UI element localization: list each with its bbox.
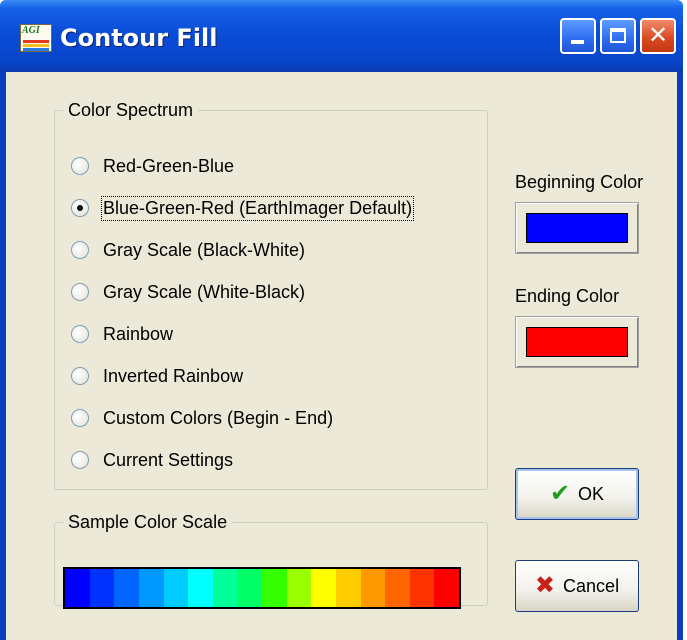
color-scale-segment <box>212 569 238 607</box>
dialog-client-area: Color Spectrum Red-Green-Blue Blue-Green-… <box>6 72 677 640</box>
color-scale-segment <box>65 569 90 607</box>
title-bar[interactable]: AGI Contour Fill ✕ <box>0 0 683 72</box>
radio-button[interactable] <box>71 451 89 469</box>
radio-button[interactable] <box>71 157 89 175</box>
close-button[interactable]: ✕ <box>640 18 676 54</box>
color-scale-segment <box>434 569 459 607</box>
radio-button[interactable] <box>71 325 89 343</box>
radio-button[interactable] <box>71 199 89 217</box>
ending-color-button[interactable] <box>515 316 639 368</box>
beginning-color-swatch <box>526 213 628 243</box>
radio-option[interactable]: Custom Colors (Begin - End) <box>71 403 333 433</box>
sample-color-scale-legend: Sample Color Scale <box>68 512 228 532</box>
minimize-icon <box>571 40 584 44</box>
color-scale-segment <box>163 569 189 607</box>
radio-option[interactable]: Inverted Rainbow <box>71 361 243 391</box>
sample-color-scale-bar <box>63 567 461 609</box>
radio-button[interactable] <box>71 283 89 301</box>
radio-option-label: Gray Scale (Black-White) <box>103 239 306 260</box>
radio-option[interactable]: Rainbow <box>71 319 173 349</box>
color-scale-segment <box>262 569 287 607</box>
radio-option-label: Current Settings <box>103 449 234 470</box>
beginning-color-button[interactable] <box>515 202 639 254</box>
radio-option[interactable]: Red-Green-Blue <box>71 151 234 181</box>
ending-color-swatch <box>526 327 628 357</box>
sample-color-scale-group: Sample Color Scale <box>54 512 488 609</box>
minimize-button[interactable] <box>560 18 596 54</box>
radio-button[interactable] <box>71 409 89 427</box>
window-title: Contour Fill <box>60 24 218 52</box>
radio-option[interactable]: Blue-Green-Red (EarthImager Default) <box>71 193 415 223</box>
agi-app-icon[interactable]: AGI <box>20 24 52 52</box>
icon-stripe-blue <box>23 48 49 51</box>
color-scale-segment <box>188 569 213 607</box>
radio-option-label: Blue-Green-Red (EarthImager Default) <box>100 195 415 221</box>
radio-option[interactable]: Current Settings <box>71 445 233 475</box>
radio-option-label: Gray Scale (White-Black) <box>103 281 306 302</box>
color-scale-segment <box>311 569 336 607</box>
cancel-button[interactable]: ✖ Cancel <box>515 560 639 612</box>
contour-fill-window: AGI Contour Fill ✕ Color Spectrum Red-Gr… <box>0 0 683 640</box>
color-scale-segment <box>89 569 115 607</box>
checkmark-icon: ✔ <box>549 480 571 507</box>
radio-option-label: Custom Colors (Begin - End) <box>103 407 334 428</box>
radio-button[interactable] <box>71 367 89 385</box>
color-scale-segment <box>360 569 386 607</box>
color-scale-segment <box>237 569 262 607</box>
icon-stripe-red <box>23 40 49 43</box>
icon-stripe-yellow <box>23 44 49 47</box>
color-scale-segment <box>385 569 410 607</box>
maximize-icon <box>610 28 626 43</box>
cancel-button-label: Cancel <box>563 575 620 596</box>
color-scale-segment <box>335 569 361 607</box>
close-icon: ✕ <box>647 22 669 49</box>
red-x-icon: ✖ <box>534 572 556 599</box>
radio-option-label: Inverted Rainbow <box>103 365 244 386</box>
ending-color-label: Ending Color <box>515 286 620 306</box>
color-spectrum-legend: Color Spectrum <box>68 100 194 120</box>
ok-button-label: OK <box>578 483 605 504</box>
radio-option-label: Red-Green-Blue <box>103 155 235 176</box>
app-icon-text: AGI <box>22 25 40 36</box>
maximize-button[interactable] <box>600 18 636 54</box>
color-scale-segment <box>286 569 312 607</box>
color-spectrum-group: Color Spectrum Red-Green-Blue Blue-Green-… <box>54 100 488 490</box>
color-scale-segment <box>114 569 139 607</box>
beginning-color-label: Beginning Color <box>515 172 644 192</box>
radio-button[interactable] <box>71 241 89 259</box>
radio-option-label: Rainbow <box>103 323 174 344</box>
radio-option[interactable]: Gray Scale (Black-White) <box>71 235 305 265</box>
color-scale-segment <box>409 569 435 607</box>
color-scale-segment <box>138 569 164 607</box>
radio-option[interactable]: Gray Scale (White-Black) <box>71 277 305 307</box>
ok-button[interactable]: ✔ OK <box>515 468 639 520</box>
